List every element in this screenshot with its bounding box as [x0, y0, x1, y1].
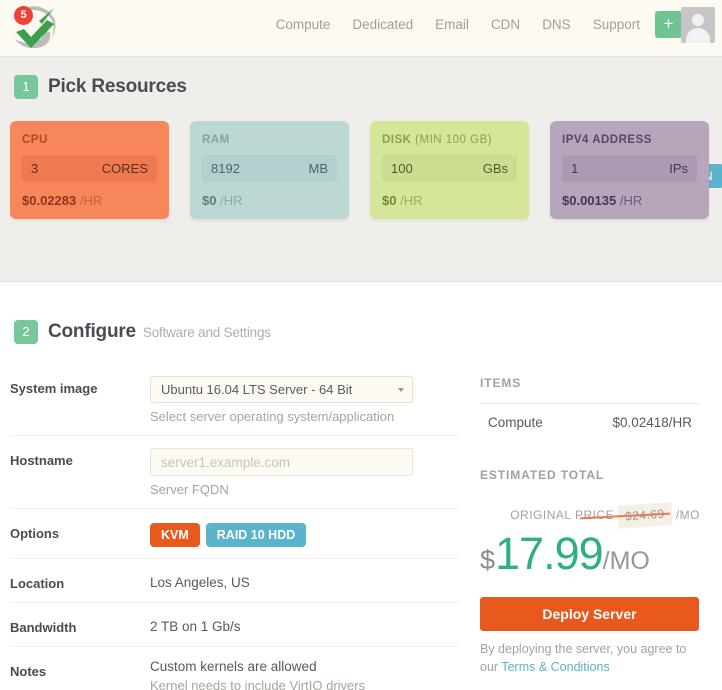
nav-item-dns[interactable]: DNS	[542, 17, 571, 32]
pick-resources-section: 1 Pick Resources DRAGON CPU 3 CORES $0.0…	[0, 57, 722, 282]
system-image-selected-value: Ubuntu 16.04 LTS Server - 64 Bit	[150, 376, 413, 403]
configure-title: Configure Software and Settings	[48, 321, 271, 342]
resource-label-ram: RAM	[202, 134, 230, 146]
resource-card-disk[interactable]: DISK (MIN 100 GB) 100 GBs $0 /HR	[370, 121, 529, 219]
resource-card-ram[interactable]: RAM 8192 MB $0 /HR	[190, 121, 349, 219]
order-summary-panel: ITEMS Compute $0.02418/HR ESTIMATED TOTA…	[460, 364, 700, 690]
page-title: Pick Resources	[48, 76, 187, 97]
row-notes: Notes Custom kernels are allowed Kernel …	[10, 647, 460, 690]
label-bandwidth: Bandwidth	[10, 620, 77, 635]
option-tag-kvm[interactable]: KVM	[150, 523, 200, 547]
label-notes: Notes	[10, 664, 47, 679]
original-price-unit: /MO	[675, 508, 700, 522]
hint-hostname: Server FQDN	[150, 482, 229, 497]
resource-card-cpu[interactable]: CPU 3 CORES $0.02283 /HR	[10, 121, 169, 219]
resource-input-disk[interactable]: 100 GBs	[382, 155, 517, 182]
configure-section: 2 Configure Software and Settings System …	[0, 282, 722, 690]
resource-value-ipv4: 1	[571, 161, 579, 176]
label-location: Location	[10, 576, 65, 591]
value-notes: Custom kernels are allowed	[150, 659, 317, 674]
option-tags: KVM RAID 10 HDD	[150, 521, 307, 547]
logo-notification-badge: 5	[14, 6, 33, 25]
resource-value-disk: 100	[391, 161, 413, 176]
resource-price-disk: $0 /HR	[382, 193, 423, 208]
item-name: Compute	[488, 415, 543, 430]
pick-resources-heading: 1 Pick Resources	[0, 57, 722, 99]
estimated-total-price: $ 17.99 /MO	[480, 528, 700, 580]
resource-value-cpu: 3	[31, 161, 39, 176]
item-price: $0.02418/HR	[612, 415, 692, 430]
price-period: /MO	[602, 547, 650, 575]
user-avatar-icon[interactable]	[681, 7, 715, 43]
hostname-input[interactable]: server1.example.com	[150, 448, 413, 476]
resource-input-ipv4[interactable]: 1 IPs	[562, 155, 697, 182]
row-bandwidth: Bandwidth 2 TB on 1 Gb/s	[10, 603, 460, 647]
resource-value-ram: 8192	[211, 161, 240, 176]
resource-input-ram[interactable]: 8192 MB	[202, 155, 337, 182]
step-number-2: 2	[14, 320, 38, 344]
value-location: Los Angeles, US	[150, 575, 250, 590]
resource-card-ipv4[interactable]: IPV4 ADDRESS 1 IPs $0.00135 /HR	[550, 121, 709, 219]
avatar-head	[692, 14, 704, 26]
site-logo[interactable]: 5	[6, 2, 68, 54]
resource-label-cpu: CPU	[22, 134, 48, 146]
row-system-image: System image Ubuntu 16.04 LTS Server - 6…	[10, 364, 460, 436]
resource-price-cpu: $0.02283 /HR	[22, 193, 103, 208]
resource-cards: CPU 3 CORES $0.02283 /HR RAM 8192 MB $0 …	[10, 121, 709, 219]
row-location: Location Los Angeles, US	[10, 559, 460, 603]
option-tag-raid[interactable]: RAID 10 HDD	[205, 523, 307, 547]
resource-label-disk: DISK (MIN 100 GB)	[382, 134, 493, 146]
nav-item-compute[interactable]: Compute	[276, 17, 331, 32]
estimated-total-header: ESTIMATED TOTAL	[480, 468, 605, 482]
original-price-line: ORIGINAL PRICE $24.69 /MO	[480, 502, 700, 528]
main-navigation: Compute Dedicated Email CDN DNS Support	[276, 17, 640, 32]
label-system-image: System image	[10, 381, 98, 396]
resource-price-ram: $0 /HR	[202, 193, 243, 208]
configure-heading: 2 Configure Software and Settings	[0, 302, 722, 344]
configure-form: System image Ubuntu 16.04 LTS Server - 6…	[0, 364, 460, 690]
table-row: Compute $0.02418/HR	[480, 404, 700, 441]
items-header: ITEMS	[480, 376, 522, 390]
resource-input-cpu[interactable]: 3 CORES	[22, 155, 157, 182]
resource-unit-disk: GBs	[482, 161, 508, 176]
system-image-select[interactable]: Ubuntu 16.04 LTS Server - 64 Bit	[150, 376, 413, 403]
nav-item-dedicated[interactable]: Dedicated	[352, 17, 413, 32]
resource-unit-cpu: CORES	[101, 161, 148, 176]
hostname-placeholder: server1.example.com	[161, 454, 291, 470]
value-notes-sub: Kernel needs to include VirtIO drivers	[150, 678, 366, 690]
items-table: Compute $0.02418/HR	[480, 403, 700, 441]
label-options: Options	[10, 526, 60, 541]
row-hostname: Hostname server1.example.com Server FQDN	[10, 436, 460, 509]
add-button[interactable]: +	[655, 11, 682, 38]
nav-item-support[interactable]: Support	[593, 17, 640, 32]
resource-unit-ram: MB	[308, 161, 329, 176]
label-hostname: Hostname	[10, 453, 73, 468]
terms-link[interactable]: Terms & Conditions	[501, 660, 609, 674]
chevron-down-icon	[398, 388, 404, 392]
top-header: 5 Compute Dedicated Email CDN DNS Suppor…	[0, 0, 722, 57]
price-currency: $	[480, 545, 496, 575]
deploy-server-button[interactable]: Deploy Server	[480, 597, 699, 631]
hint-system-image: Select server operating system/applicati…	[150, 409, 395, 424]
step-number-1: 1	[14, 75, 38, 99]
avatar-body	[686, 28, 710, 43]
nav-item-email[interactable]: Email	[435, 17, 469, 32]
original-price-label: ORIGINAL PRICE	[510, 508, 615, 522]
resource-unit-ipv4: IPs	[669, 161, 688, 176]
terms-notice: By deploying the server, you agree to ou…	[480, 640, 702, 676]
nav-item-cdn[interactable]: CDN	[491, 17, 520, 32]
resource-price-ipv4: $0.00135 /HR	[562, 193, 643, 208]
price-amount: 17.99	[495, 528, 604, 579]
resource-label-ipv4: IPV4 ADDRESS	[562, 134, 652, 146]
value-bandwidth: 2 TB on 1 Gb/s	[150, 619, 241, 634]
row-options: Options KVM RAID 10 HDD	[10, 509, 460, 559]
